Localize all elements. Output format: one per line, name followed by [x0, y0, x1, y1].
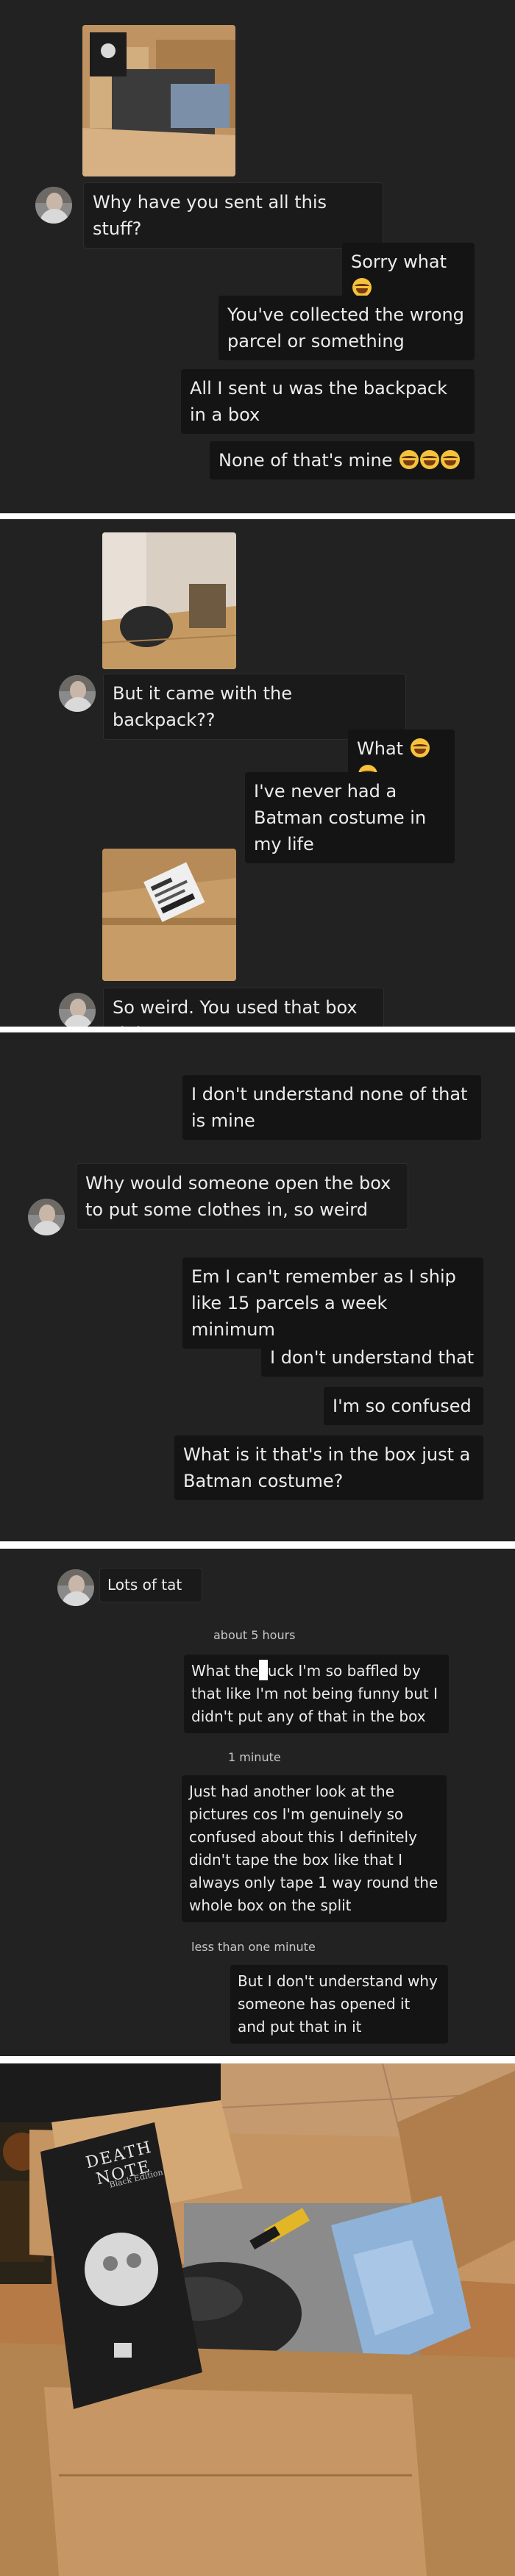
message-outgoing: I'm so confused [324, 1387, 483, 1425]
message-outgoing: What the uck I'm so baffled by that like … [184, 1655, 449, 1733]
avatar[interactable] [59, 675, 96, 712]
message-incoming: So weird. You used that box right? [103, 988, 384, 1027]
timestamp: less than one minute [191, 1940, 316, 1954]
laughing-emoji-icon [441, 450, 461, 469]
message-outgoing: But I don't understand why someone has o… [230, 1965, 448, 2044]
divider [0, 2056, 515, 2063]
timestamp: about 5 hours [213, 1628, 296, 1642]
laughing-emoji-icon [399, 450, 419, 469]
message-incoming: Lots of tat [99, 1568, 202, 1602]
box-contents-photo[interactable]: DEATH NOTE Black Edition [0, 2063, 515, 2576]
avatar[interactable] [57, 1569, 94, 1606]
backpack-photo-thumbnail[interactable] [102, 532, 236, 669]
divider [0, 1027, 515, 1032]
message-incoming: Why have you sent all this stuff? [83, 182, 383, 249]
box-photo-thumbnail[interactable] [82, 25, 235, 176]
divider [0, 1541, 515, 1549]
avatar[interactable] [35, 187, 72, 224]
message-text: None of that's mine [219, 450, 393, 471]
photo-scene [0, 2063, 515, 2576]
message-outgoing: I've never had a Batman costume in my li… [245, 772, 455, 863]
message-text: What [357, 738, 404, 759]
message-outgoing: All I sent u was the backpack in a box [181, 369, 475, 434]
text-cursor [258, 1660, 268, 1680]
message-outgoing: I don't understand that [261, 1338, 483, 1377]
message-outgoing: What is it that's in the box just a Batm… [174, 1435, 483, 1500]
parcel-photo-thumbnail[interactable] [102, 849, 236, 981]
message-outgoing: You've collected the wrong parcel or som… [219, 296, 475, 360]
divider [0, 513, 515, 519]
timestamp: 1 minute [228, 1750, 281, 1764]
laughing-emoji-icon [420, 450, 440, 469]
message-outgoing: Em I can't remember as I ship like 15 pa… [182, 1257, 483, 1349]
message-outgoing: Just had another look at the pictures co… [182, 1775, 447, 1922]
avatar[interactable] [28, 1199, 65, 1235]
message-outgoing: I don't understand none of that is mine [182, 1075, 481, 1140]
avatar[interactable] [59, 993, 96, 1027]
chat-panel-1: Why have you sent all this stuff? Sorry … [0, 0, 515, 513]
message-outgoing: None of that's mine [210, 441, 475, 479]
laughing-emoji-icon [352, 278, 372, 297]
chat-panel-3: I don't understand none of that is mine … [0, 1032, 515, 1541]
chat-panel-4: Lots of tat about 5 hours What the uck I'… [0, 1549, 515, 2056]
message-text: Sorry what [351, 251, 447, 272]
message-incoming: Why would someone open the box to put so… [76, 1163, 408, 1230]
chat-panel-2: But it came with the backpack?? What I'v… [0, 519, 515, 1027]
message-text: What the [191, 1662, 259, 1680]
laughing-emoji-icon [410, 738, 430, 757]
